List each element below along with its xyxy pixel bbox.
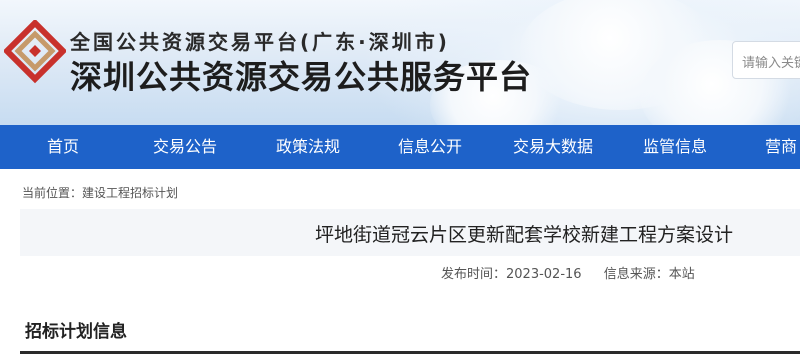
info-source: 信息来源：本站: [603, 267, 695, 282]
breadcrumb: 当前位置：建设工程招标计划: [22, 186, 179, 200]
nav-item-policy[interactable]: 政策法规: [276, 125, 340, 169]
nav-item-trade-notice[interactable]: 交易公告: [153, 125, 217, 169]
main-nav: 首页 交易公告 政策法规 信息公开 交易大数据 监管信息 营商: [0, 125, 800, 169]
nav-item-business[interactable]: 营商: [765, 125, 797, 169]
title-panel: 坪地街道冠云片区更新配套学校新建工程方案设计: [20, 209, 800, 256]
publish-time: 发布时间：2023-02-16: [441, 267, 582, 282]
nav-item-home[interactable]: 首页: [47, 125, 79, 169]
page-title: 坪地街道冠云片区更新配套学校新建工程方案设计: [315, 224, 734, 246]
platform-subtitle: 全国公共资源交易平台(广东·深圳市): [70, 30, 450, 54]
diamond-logo-icon[interactable]: [2, 18, 68, 84]
section-heading: 招标计划信息: [25, 322, 127, 342]
section-divider: [20, 351, 800, 354]
site-header: 全国公共资源交易平台(广东·深圳市) 深圳公共资源交易公共服务平台 请输入关键: [0, 0, 800, 125]
nav-item-info-public[interactable]: 信息公开: [398, 125, 462, 169]
article-meta: 发布时间：2023-02-16 信息来源：本站: [441, 263, 713, 282]
search-input[interactable]: 请输入关键: [732, 41, 800, 79]
nav-item-big-data[interactable]: 交易大数据: [513, 125, 593, 169]
nav-item-supervision[interactable]: 监管信息: [643, 125, 707, 169]
platform-title[interactable]: 深圳公共资源交易公共服务平台: [70, 52, 532, 98]
